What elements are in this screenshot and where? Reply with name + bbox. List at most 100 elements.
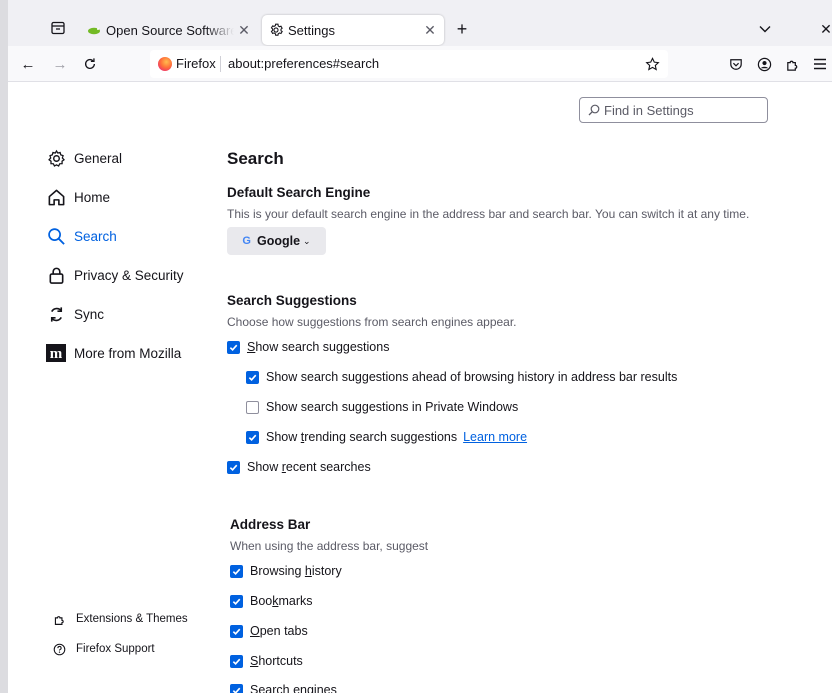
- chameleon-favicon-icon: [86, 22, 102, 38]
- default-engine-description: This is your default search engine in th…: [227, 207, 750, 221]
- shortcuts-checkbox[interactable]: Shortcuts: [230, 653, 303, 669]
- address-bar-description: When using the address bar, suggest: [230, 539, 429, 553]
- extensions-puzzle-icon[interactable]: [782, 54, 802, 74]
- checkbox-checked-icon[interactable]: [230, 564, 243, 578]
- search-icon: [46, 226, 66, 246]
- gear-icon: [46, 148, 66, 168]
- checkbox-label: Show search suggestions ahead of browsin…: [266, 370, 678, 384]
- tab-strip: Open Source Software So ✕ Settings ✕ + ✕: [0, 0, 832, 46]
- default-engine-dropdown[interactable]: G Google ⌄: [227, 227, 326, 255]
- checkbox-label: Show trending search suggestions: [266, 430, 458, 444]
- puzzle-icon: [52, 612, 66, 626]
- category-label: Privacy & Security: [74, 267, 184, 283]
- window-close-icon[interactable]: ✕: [818, 20, 832, 38]
- show-recent-searches-checkbox[interactable]: Show recent searches: [227, 459, 371, 475]
- category-general[interactable]: General: [46, 147, 122, 169]
- checkbox-label: Show search suggestions in Private Windo…: [266, 400, 519, 414]
- checkbox-unchecked-icon[interactable]: [246, 400, 259, 414]
- category-privacy-security[interactable]: Privacy & Security: [46, 264, 184, 286]
- firefox-logo-icon: [158, 56, 172, 71]
- bookmarks-checkbox[interactable]: Bookmarks: [230, 593, 313, 609]
- search-icon: [588, 104, 600, 116]
- window-edge: [0, 0, 8, 693]
- google-icon: G: [242, 235, 251, 247]
- forward-arrow-icon[interactable]: →: [50, 54, 70, 74]
- checkbox-label: Show recent searches: [247, 460, 371, 474]
- app-menu-hamburger-icon[interactable]: [810, 54, 830, 74]
- checkbox-checked-icon[interactable]: [230, 594, 243, 608]
- checkbox-checked-icon[interactable]: [230, 683, 243, 693]
- firefox-view-icon: [51, 21, 65, 35]
- open-tabs-checkbox[interactable]: Open tabs: [230, 623, 308, 639]
- default-engine-heading: Default Search Engine: [227, 185, 371, 200]
- checkbox-checked-icon[interactable]: [230, 654, 243, 668]
- checkbox-label: Browsing history: [250, 564, 342, 578]
- learn-more-link[interactable]: Learn more: [463, 430, 527, 444]
- account-icon[interactable]: [754, 54, 774, 74]
- checkbox-checked-icon[interactable]: [246, 430, 259, 444]
- checkbox-checked-icon[interactable]: [230, 624, 243, 638]
- address-bar[interactable]: Firefox about:preferences#search: [150, 50, 668, 78]
- new-tab-plus-icon[interactable]: +: [452, 19, 472, 39]
- suggestions-description: Choose how suggestions from search engin…: [227, 315, 517, 329]
- sync-icon: [46, 304, 66, 324]
- default-engine-value: Google: [256, 234, 301, 248]
- firefox-support-link[interactable]: Firefox Support: [52, 642, 155, 656]
- suggestions-ahead-of-history-checkbox[interactable]: Show search suggestions ahead of browsin…: [246, 369, 677, 385]
- suggestions-heading: Search Suggestions: [227, 293, 357, 308]
- checkbox-label: Search engines: [250, 683, 337, 693]
- extensions-themes-label: Extensions & Themes: [76, 613, 188, 625]
- list-all-tabs-chevron-icon[interactable]: [756, 20, 774, 38]
- find-in-settings-input[interactable]: [604, 102, 754, 118]
- page-title: Search: [227, 149, 284, 168]
- pocket-icon[interactable]: [726, 54, 746, 74]
- tab-settings[interactable]: Settings ✕: [262, 15, 444, 45]
- home-icon: [46, 187, 66, 207]
- category-sync[interactable]: Sync: [46, 303, 104, 325]
- mozilla-icon: m: [46, 343, 66, 363]
- checkbox-checked-icon[interactable]: [227, 340, 240, 354]
- identity-box[interactable]: Firefox: [158, 56, 216, 71]
- category-label: Home: [74, 189, 111, 205]
- lock-icon: [46, 265, 66, 285]
- category-search[interactable]: Search: [46, 225, 117, 247]
- search-engines-checkbox[interactable]: Search engines: [230, 682, 337, 693]
- extensions-themes-link[interactable]: Extensions & Themes: [52, 612, 188, 626]
- help-icon: [52, 642, 66, 656]
- find-in-settings-field[interactable]: [579, 97, 768, 123]
- firefox-view-button[interactable]: [50, 20, 68, 36]
- url-divider: [220, 56, 221, 72]
- identity-label: Firefox: [176, 56, 216, 71]
- chevron-down-icon: ⌄: [303, 235, 311, 246]
- category-home[interactable]: Home: [46, 186, 110, 208]
- tab-open-source[interactable]: Open Source Software So ✕: [80, 15, 258, 45]
- tab-title: Settings: [288, 22, 335, 38]
- tab-close-icon[interactable]: ✕: [234, 20, 254, 40]
- browsing-history-checkbox[interactable]: Browsing history: [230, 563, 342, 579]
- checkbox-label: Shortcuts: [250, 654, 303, 668]
- checkbox-label: Open tabs: [250, 624, 308, 638]
- reload-icon[interactable]: [80, 54, 100, 74]
- tab-title: Open Source Software So: [106, 22, 234, 38]
- address-bar-heading: Address Bar: [230, 517, 311, 532]
- firefox-support-label: Firefox Support: [76, 643, 155, 655]
- trending-suggestions-checkbox[interactable]: Show trending search suggestions Learn m…: [246, 429, 527, 445]
- checkbox-checked-icon[interactable]: [227, 460, 240, 474]
- tab-close-icon[interactable]: ✕: [420, 20, 440, 40]
- category-more-from-mozilla[interactable]: m More from Mozilla: [46, 342, 181, 364]
- show-search-suggestions-checkbox[interactable]: Show search suggestions: [227, 339, 389, 355]
- gear-favicon-icon: [268, 22, 284, 38]
- category-label: More from Mozilla: [74, 345, 182, 361]
- bookmark-star-icon[interactable]: [642, 54, 662, 74]
- category-label: Search: [74, 228, 117, 244]
- navigation-toolbar: ← → Firefox about:preferences#search: [0, 46, 832, 82]
- checkbox-label: Show search suggestions: [247, 340, 390, 354]
- settings-page: General Home Search Privacy & Security S…: [8, 82, 832, 693]
- suggestions-private-windows-checkbox[interactable]: Show search suggestions in Private Windo…: [246, 399, 518, 415]
- category-label: Sync: [74, 306, 105, 322]
- category-label: General: [74, 150, 123, 166]
- checkbox-checked-icon[interactable]: [246, 370, 259, 384]
- url-text[interactable]: about:preferences#search: [228, 56, 379, 71]
- checkbox-label: Bookmarks: [250, 594, 313, 608]
- back-arrow-icon[interactable]: ←: [18, 54, 38, 74]
